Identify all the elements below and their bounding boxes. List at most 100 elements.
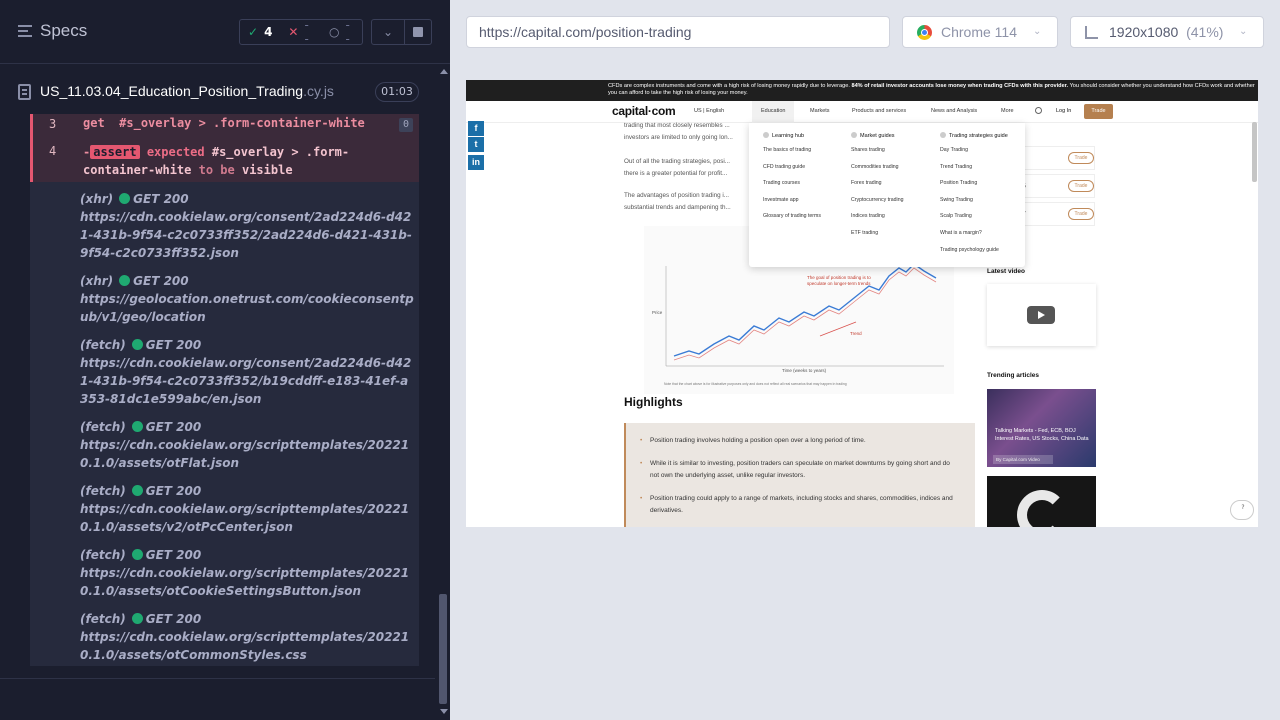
search-icon[interactable] [1035,107,1042,114]
stop-button[interactable] [404,19,432,45]
trending-article-card[interactable] [987,476,1096,527]
capital-logo-icon [1017,490,1067,527]
failed-command-block[interactable]: 3 get #s_overlay > .form-container-white… [30,114,419,182]
request-kind: (fetch) [80,420,126,434]
assert-state: visible [241,163,293,177]
menu-heading[interactable]: Trading strategies guide [940,132,1008,144]
menu-item[interactable]: Glossary of trading terms [763,210,821,227]
x-icon: ✕ [288,25,299,39]
menu-item[interactable]: ETF trading [851,227,903,244]
menu-item[interactable]: Commodities trading [851,161,903,178]
request-log-item[interactable]: (fetch) GET 200 https://cdn.cookielaw.org/… [80,610,415,664]
nav-markets[interactable]: Markets [810,108,830,114]
menu-item[interactable]: Trading courses [763,177,821,194]
video-player[interactable] [987,284,1096,346]
nav-products[interactable]: Products and services [852,108,906,114]
scroll-up-icon[interactable] [440,69,448,74]
menu-item[interactable]: Trading psychology guide [940,244,1008,261]
request-status: GET 200 [145,548,202,562]
chart-trend-label: Trend [850,331,862,336]
article-title: Talking Markets - Fed, ECB, BOJ Interest… [995,428,1089,442]
linkedin-icon[interactable]: in [468,155,484,170]
browser-selector[interactable]: Chrome 114 ⌄ [902,16,1058,48]
trade-button[interactable]: Trade [1084,104,1113,119]
request-url: https://cdn.cookielaw.org/scripttemplate… [80,566,410,598]
highlight-item: Position trading involves holding a posi… [640,435,960,447]
trade-button[interactable]: Trade [1068,208,1094,220]
status-dot-icon [131,613,143,624]
nav-more[interactable]: More [1001,108,1014,114]
element-count-badge: 0 [399,118,413,132]
site-logo[interactable]: capital·com [612,104,676,118]
request-log-item[interactable]: (xhr) GET 200 https://geolocation.onetrust… [80,272,415,326]
menu-item[interactable]: Scalp Trading [940,210,1008,227]
twitter-icon[interactable]: t [468,137,484,152]
chart-x-label: Time (weeks to years) [782,368,827,373]
viewport-scale: (41%) [1186,24,1224,40]
spec-name[interactable]: US_11.03.04_Education_Position_Trading.c… [40,83,334,99]
check-icon: ✓ [248,25,259,39]
specs-title[interactable]: Specs [40,21,87,41]
locale-selector[interactable]: US | English [694,108,724,114]
request-status: GET 200 [145,338,202,352]
highlight-item: While it is similar to investing, positi… [640,458,960,482]
help-button[interactable] [1230,500,1254,520]
menu-heading[interactable]: Market guides [851,132,903,144]
request-url: https://cdn.cookielaw.org/consent/2ad224… [80,210,412,260]
request-log-item[interactable]: (fetch) GET 200 https://cdn.cookielaw.org/… [80,418,415,472]
menu-item[interactable]: Shares trading [851,144,903,161]
menu-item[interactable]: Indices trading [851,210,903,227]
request-kind: (fetch) [80,484,126,498]
command-log: 3 get #s_overlay > .form-container-white… [30,114,419,666]
test-stats: ✓ 4 ✕ -- ○ -- [239,18,363,46]
status-dot-icon [119,275,131,286]
menu-item[interactable]: What is a margin? [940,227,1008,244]
menu-item[interactable]: The basics of trading [763,144,821,161]
menu-item[interactable]: Cryptocurrency trading [851,194,903,211]
assert-to-be: to be [198,163,235,177]
request-log-item[interactable]: (fetch) GET 200 https://cdn.cookielaw.org/… [80,546,415,600]
menu-item[interactable]: CFD trading guide [763,161,821,178]
menu-icon[interactable] [18,25,32,37]
trade-button[interactable]: Trade [1068,152,1094,164]
trade-button[interactable]: Trade [1068,180,1094,192]
reporter-header: Specs ✓ 4 ✕ -- ○ -- ⌄ [0,0,450,64]
spec-duration: 01:03 [375,82,419,102]
trending-article-card[interactable]: Talking Markets - Fed, ECB, BOJ Interest… [987,389,1096,467]
menu-item[interactable]: Position Trading [940,177,1008,194]
request-log-item[interactable]: (fetch) GET 200 https://cdn.cookielaw.org/… [80,336,415,408]
divider [0,678,435,679]
nav-news[interactable]: News and Analysis [931,108,977,114]
reporter-scrollbar[interactable] [437,64,450,720]
status-dot-icon [131,549,143,560]
login-link[interactable]: Log In [1056,108,1071,114]
status-dot-icon [131,485,143,496]
request-status: GET 200 [133,192,189,206]
menu-item[interactable]: Trend Trading [940,161,1008,178]
menu-item[interactable]: Investmate app [763,194,821,211]
nav-education[interactable]: Education [761,108,785,114]
url-bar[interactable]: https://capital.com/position-trading [466,16,890,48]
scroll-down-icon[interactable] [440,709,448,714]
viewport-selector[interactable]: 1920x1080 (41%) ⌄ [1070,16,1264,48]
status-dot-icon [131,421,143,432]
article-author: By Capital.com Video [993,455,1053,464]
risk-warning-bold: 84% of retail investor accounts lose mon… [851,83,1069,89]
facebook-icon[interactable]: f [468,121,484,136]
menu-item[interactable]: Forex trading [851,177,903,194]
request-status: GET 200 [133,274,189,288]
request-log-item[interactable]: (xhr) GET 200 https://cdn.cookielaw.org/co… [80,190,415,262]
menu-item[interactable]: Day Trading [940,144,1008,161]
request-log-item[interactable]: (fetch) GET 200 https://cdn.cookielaw.org/… [80,482,415,536]
chevron-down-button[interactable]: ⌄ [371,19,405,45]
command-selector: #s_overlay > .form-container-white [119,116,365,130]
menu-heading[interactable]: Learning hub [763,132,821,144]
scrollbar-thumb[interactable] [439,594,447,704]
play-icon[interactable] [1027,306,1055,324]
menu-column-learning-hub: Learning hub The basics of trading CFD t… [763,132,821,227]
failed-stat: ✕ -- [280,18,321,46]
app-scrollbar-thumb[interactable] [1252,122,1257,182]
trending-heading: Trending articles [987,372,1040,379]
site-navbar: capital·com US | English Education Marke… [466,101,1258,123]
menu-item[interactable]: Swing Trading [940,194,1008,211]
